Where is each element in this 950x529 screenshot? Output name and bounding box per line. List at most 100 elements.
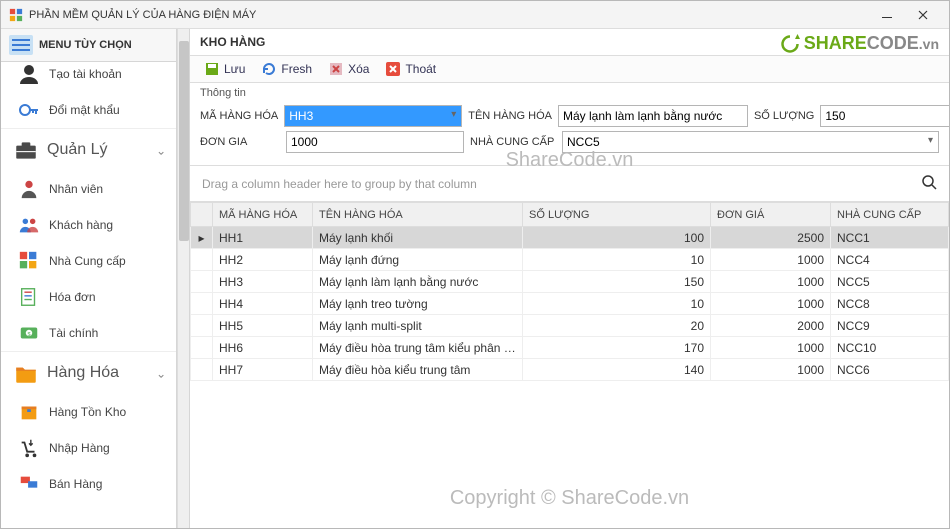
col-price[interactable]: ĐƠN GIÁ	[711, 203, 831, 227]
table-row[interactable]: ▸HH1Máy lạnh khối1002500NCC1	[191, 227, 949, 249]
svg-text:$: $	[27, 332, 30, 338]
sidebar-item-label: Tài chính	[49, 326, 98, 340]
table-row[interactable]: HH7Máy điều hòa kiểu trung tâm1401000NCC…	[191, 359, 949, 381]
scrollbar-thumb[interactable]	[179, 41, 189, 241]
refresh-icon	[261, 61, 277, 77]
col-indicator[interactable]	[191, 203, 213, 227]
cell-name: Máy lạnh khối	[313, 227, 523, 249]
cell-supplier: NCC4	[831, 249, 949, 271]
cell-supplier: NCC10	[831, 337, 949, 359]
cell-qty: 20	[523, 315, 711, 337]
qty-input[interactable]	[820, 105, 950, 127]
cell-price: 1000	[711, 359, 831, 381]
table-row[interactable]: HH6Máy điều hòa trung tâm kiểu phân tán1…	[191, 337, 949, 359]
cell-qty: 170	[523, 337, 711, 359]
sidebar-item-staff[interactable]: Nhân viên	[1, 171, 176, 207]
cell-code: HH6	[213, 337, 313, 359]
toolbar-label: Thoát	[405, 62, 436, 76]
minimize-button[interactable]	[869, 4, 905, 26]
sidebar-item-label: Khách hàng	[49, 218, 113, 232]
col-code[interactable]: MÃ HÀNG HÓA	[213, 203, 313, 227]
row-indicator: ▸	[191, 227, 213, 249]
table-row[interactable]: HH3Máy lạnh làm lạnh bằng nước1501000NCC…	[191, 271, 949, 293]
table-row[interactable]: HH2Máy lạnh đứng101000NCC4	[191, 249, 949, 271]
search-icon[interactable]	[921, 174, 937, 193]
sidebar-scrollbar[interactable]	[177, 29, 189, 528]
cell-price: 1000	[711, 337, 831, 359]
col-qty[interactable]: SỐ LƯỢNG	[523, 203, 711, 227]
table-row[interactable]: HH5Máy lạnh multi-split202000NCC9	[191, 315, 949, 337]
sidebar-section-label: Hàng Hóa	[47, 364, 119, 382]
cell-supplier: NCC8	[831, 293, 949, 315]
sidebar-item-label: Hóa đơn	[49, 290, 96, 304]
sidebar-item-label: Tạo tài khoản	[49, 67, 122, 81]
row-indicator	[191, 359, 213, 381]
brand-logo: SHARECODE.vn	[780, 33, 939, 54]
cell-code: HH5	[213, 315, 313, 337]
row-indicator	[191, 249, 213, 271]
sidebar-item-customer[interactable]: Khách hàng	[1, 207, 176, 243]
exit-button[interactable]: Thoát	[379, 59, 442, 79]
sidebar-item-create-account[interactable]: Tạo tài khoản	[1, 62, 176, 92]
sidebar-item-supplier[interactable]: Nhà Cung cấp	[1, 243, 176, 279]
app-icon	[9, 8, 23, 22]
sidebar-item-sell[interactable]: Bán Hàng	[1, 466, 176, 502]
sidebar-section-manage[interactable]: Quản Lý ⌃	[1, 128, 176, 171]
cell-code: HH2	[213, 249, 313, 271]
chevron-up-icon: ⌃	[156, 366, 166, 380]
code-select[interactable]	[284, 105, 462, 127]
group-by-bar[interactable]: Drag a column header here to group by th…	[190, 166, 949, 202]
grid-icon	[17, 249, 41, 273]
form-legend: Thông tin	[200, 87, 939, 99]
cell-supplier: NCC6	[831, 359, 949, 381]
delete-button[interactable]: Xóa	[322, 59, 375, 79]
chevron-up-icon: ⌃	[156, 143, 166, 157]
box-icon	[17, 400, 41, 424]
price-input[interactable]	[286, 131, 464, 153]
sidebar-section-goods[interactable]: Hàng Hóa ⌃	[1, 351, 176, 394]
cell-qty: 10	[523, 249, 711, 271]
row-indicator	[191, 337, 213, 359]
sidebar-item-finance[interactable]: $ Tài chính	[1, 315, 176, 351]
cell-price: 2000	[711, 315, 831, 337]
cell-code: HH1	[213, 227, 313, 249]
save-button[interactable]: Lưu	[198, 59, 251, 79]
refresh-button[interactable]: Fresh	[255, 59, 318, 79]
menu-header: MENU TÙY CHỌN	[1, 29, 176, 62]
cell-qty: 10	[523, 293, 711, 315]
sidebar-item-change-password[interactable]: Đổi mật khẩu	[1, 92, 176, 128]
row-indicator	[191, 315, 213, 337]
key-icon	[17, 98, 41, 122]
cell-name: Máy lạnh treo tường	[313, 293, 523, 315]
save-icon	[204, 61, 220, 77]
toolbar: Lưu Fresh Xóa Thoát	[190, 56, 949, 83]
sidebar-item-inventory[interactable]: Hàng Tồn Kho	[1, 394, 176, 430]
user-plus-icon	[17, 62, 41, 86]
sidebar-item-label: Bán Hàng	[49, 477, 102, 491]
name-input[interactable]	[558, 105, 748, 127]
sidebar-section-label: Quản Lý	[47, 141, 107, 159]
cell-supplier: NCC5	[831, 271, 949, 293]
header-row[interactable]: MÃ HÀNG HÓA TÊN HÀNG HÓA SỐ LƯỢNG ĐƠN GI…	[191, 203, 949, 227]
data-grid[interactable]: MÃ HÀNG HÓA TÊN HÀNG HÓA SỐ LƯỢNG ĐƠN GI…	[190, 202, 949, 528]
cell-supplier: NCC9	[831, 315, 949, 337]
sidebar-item-invoice[interactable]: Hóa đơn	[1, 279, 176, 315]
row-indicator	[191, 271, 213, 293]
sidebar: MENU TÙY CHỌN Tạo tài khoản Đổi mật khẩu…	[1, 29, 177, 528]
sidebar-item-import[interactable]: Nhập Hàng	[1, 430, 176, 466]
row-indicator	[191, 293, 213, 315]
col-name[interactable]: TÊN HÀNG HÓA	[313, 203, 523, 227]
cell-price: 1000	[711, 271, 831, 293]
briefcase-icon	[13, 137, 39, 163]
cell-price: 1000	[711, 249, 831, 271]
sell-icon	[17, 472, 41, 496]
supplier-select[interactable]	[562, 131, 939, 153]
form-area: Thông tin MÃ HÀNG HÓA TÊN HÀNG HÓA SỐ LƯ…	[190, 83, 949, 166]
toolbar-label: Fresh	[281, 62, 312, 76]
cart-in-icon	[17, 436, 41, 460]
close-button[interactable]	[905, 4, 941, 26]
cell-name: Máy lạnh làm lạnh bằng nước	[313, 271, 523, 293]
col-supplier[interactable]: NHÀ CUNG CẤP	[831, 203, 949, 227]
sharecode-icon	[780, 34, 800, 54]
table-row[interactable]: HH4Máy lạnh treo tường101000NCC8	[191, 293, 949, 315]
